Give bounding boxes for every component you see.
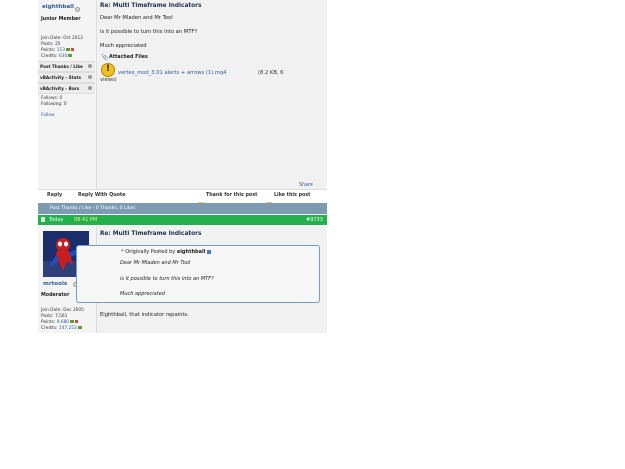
thanks-icon [198, 193, 204, 208]
follow-link[interactable]: Follow [41, 113, 54, 118]
like-icon [266, 193, 272, 208]
quote-line: is it possible to turn this into an MTF? [120, 276, 214, 282]
attachment-meta: (8.2 KB, 6 [258, 70, 284, 76]
quote-line: Much appreciated [120, 291, 165, 297]
post1-content: Re: Multi Timeframe Indicators Dear Mr M… [97, 0, 327, 189]
post1-following: Following: 0 [41, 102, 67, 107]
post2-credits: Credits: 147,253 [41, 326, 82, 331]
post2-rank: Moderator [41, 293, 70, 298]
post1-credits: Credits: 630 [41, 54, 73, 59]
post2-date: Today [49, 217, 64, 223]
post-thanks-summary-bar: Post Thanks / Like - 0 Thanks, 0 Likes [38, 203, 327, 214]
like-post-button[interactable]: Like this post [274, 193, 310, 198]
post1-follows: Follows: 0 [41, 96, 63, 101]
post1-text-line: is it possible to turn this into an MTF? [100, 29, 198, 35]
vbactivity-stats-box[interactable]: vBActivity - Stats [38, 72, 95, 83]
attachment-link[interactable]: vertex_mod_3.01 alerts + arrows (1).mq4 [118, 70, 226, 76]
post1-text-line: Much appreciated [100, 43, 147, 49]
reply-icon [39, 193, 45, 208]
post2-reply-text: Eighthball, that indicator repaints. [100, 312, 189, 318]
thank-post-button[interactable]: Thank for this post [206, 193, 257, 198]
post2-date-bar: Today 08:41 PM #9733 [38, 215, 327, 225]
quote-block: ❝ Originally Posted by eighthball Dear M… [76, 245, 320, 303]
post1-action-bar: Reply Reply With Quote Thank for this po… [38, 189, 327, 208]
post1-points: Points: 113 [41, 48, 74, 53]
post2-time: 08:41 PM [74, 217, 98, 223]
quote-author[interactable]: eighthball [177, 249, 206, 255]
post-thanks-box[interactable]: Post Thanks / Like [38, 61, 95, 72]
quote-header: ❝ Originally Posted by eighthball [121, 249, 211, 255]
collapse-icon[interactable] [88, 64, 92, 68]
post2-username[interactable]: mrtools [43, 281, 67, 287]
reputation-icon [70, 320, 75, 323]
quote-icon: ❝ [121, 249, 124, 255]
quote-icon [70, 193, 76, 208]
reply-with-quote-button[interactable]: Reply With Quote [78, 193, 125, 198]
share-link[interactable]: Share [299, 183, 313, 188]
reputation-icon [75, 320, 79, 323]
credits-icon [68, 54, 73, 57]
post1-join-date: Join Date: Oct 2012 [41, 36, 83, 41]
quote-line: Dear Mr Mladen and Mr Tool [120, 260, 191, 266]
vbactivity-bars-box[interactable]: vBActivity - Bars [38, 83, 95, 94]
offline-status-icon [75, 7, 80, 12]
collapse-icon[interactable] [88, 75, 92, 79]
warning-icon [101, 63, 115, 77]
post1-posts: Posts: 25 [41, 42, 61, 47]
post1-username[interactable]: eighthball [42, 4, 74, 10]
post1-title: Re: Multi Timeframe Indicators [100, 3, 202, 9]
post2-title: Re: Multi Timeframe Indicators [100, 231, 202, 237]
post2-posts: Posts: 7,561 [41, 314, 68, 319]
post2-number-link[interactable]: #9733 [306, 217, 323, 223]
paperclip-icon: 📎 [101, 54, 109, 61]
thanks-summary-text: Post Thanks / Like - 0 Thanks, 0 Likes [50, 206, 136, 211]
post1-text-line: Dear Mr Mladen and Mr Tool [100, 15, 173, 21]
reputation-icon [70, 48, 74, 51]
reputation-icon [65, 48, 70, 51]
view-post-icon[interactable] [207, 249, 211, 254]
post-icon [41, 217, 45, 222]
post2-points: Points: 9,680 [41, 320, 79, 325]
post1-userinfo: eighthball Junior Member Join Date: Oct … [38, 0, 97, 189]
post2-join-date: Join Date: Dec 2005 [41, 308, 84, 313]
post1-rank: Junior Member [41, 17, 81, 22]
report-icon[interactable] [186, 193, 192, 208]
reply-button[interactable]: Reply [47, 193, 62, 198]
collapse-icon[interactable] [88, 86, 92, 90]
credits-icon [77, 326, 82, 329]
attached-files-heading: Attached Files [109, 55, 148, 60]
attachment-meta: views) [100, 77, 117, 83]
